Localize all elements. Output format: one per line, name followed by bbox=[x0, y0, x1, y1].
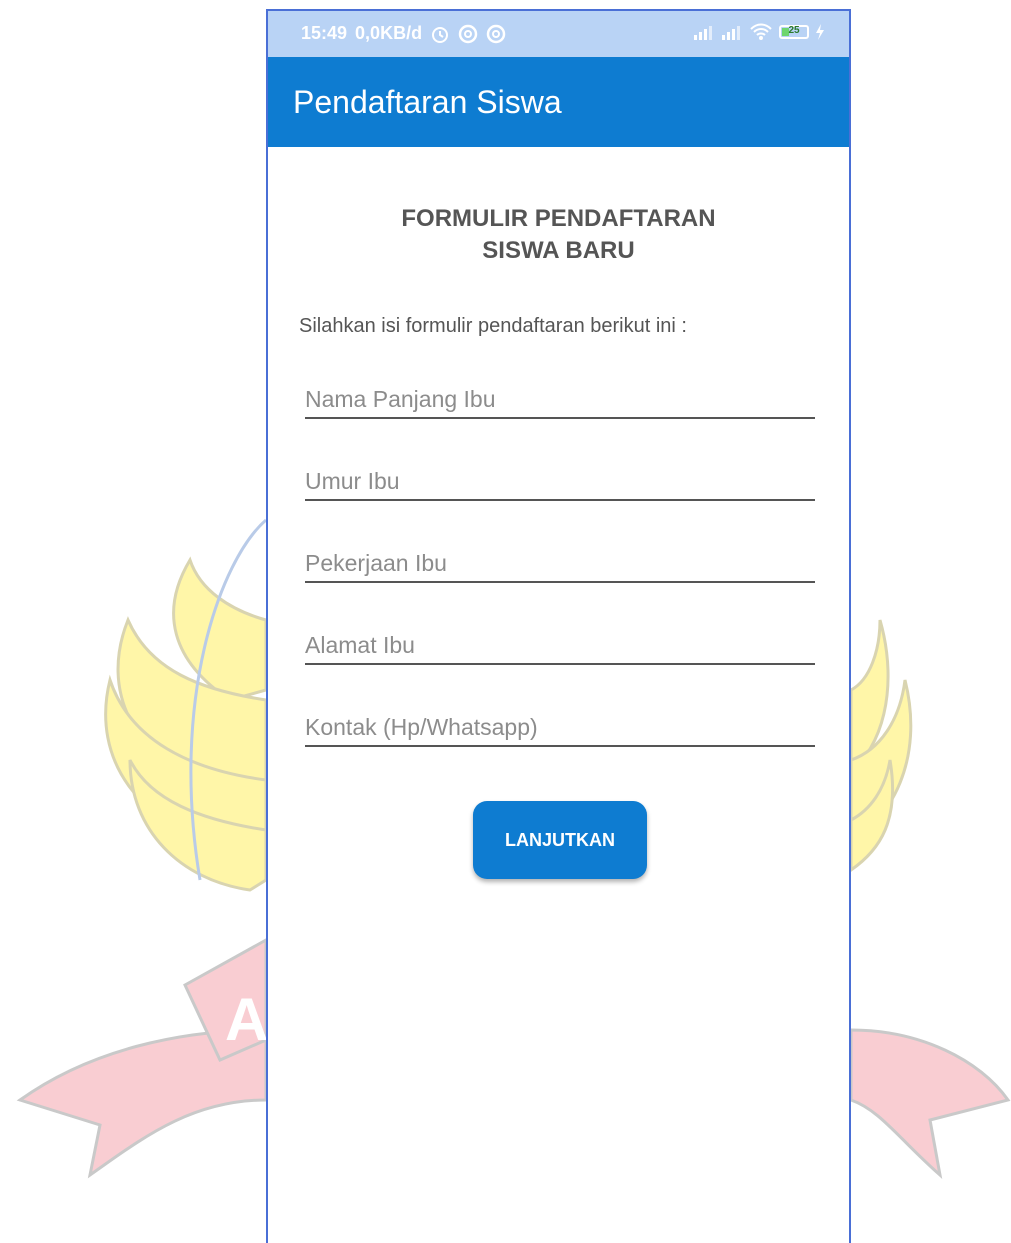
wifi-icon bbox=[750, 23, 772, 40]
phone-screen: 15:49 0,0KB/d 25 Pendaftaran Siswa FORMU… bbox=[266, 9, 851, 1243]
mother-occupation-field bbox=[305, 537, 815, 583]
mother-address-input[interactable] bbox=[305, 632, 815, 659]
app-bar: Pendaftaran Siswa bbox=[268, 57, 849, 147]
app-title: Pendaftaran Siswa bbox=[293, 84, 562, 120]
alarm-icon bbox=[432, 26, 449, 43]
status-time: 15:49 bbox=[301, 23, 348, 43]
battery-level-text: 25 bbox=[788, 25, 800, 36]
mother-age-field bbox=[305, 455, 815, 501]
contact-input[interactable] bbox=[305, 714, 815, 741]
mother-address-field bbox=[305, 619, 815, 665]
charging-icon bbox=[816, 24, 824, 40]
sync-icon bbox=[486, 24, 506, 43]
form-title: FORMULIR PENDAFTARAN SISWA BARU bbox=[401, 205, 716, 264]
left-wing-shape bbox=[104, 556, 268, 892]
signal-icon bbox=[722, 26, 740, 40]
signal-icon bbox=[694, 26, 712, 40]
continue-button[interactable]: LANJUTKAN bbox=[473, 801, 647, 879]
mother-name-input[interactable] bbox=[305, 386, 815, 413]
form-content: FORMULIR PENDAFTARAN SISWA BARU Silahkan… bbox=[268, 147, 849, 1243]
status-bar: 15:49 0,0KB/d 25 bbox=[268, 11, 849, 57]
status-network-speed: 0,0KB/d bbox=[355, 23, 423, 43]
right-wing-shape bbox=[849, 619, 913, 873]
sync-icon bbox=[458, 24, 478, 43]
battery-icon: 25 bbox=[779, 25, 809, 39]
ribbon-letter: A bbox=[225, 986, 268, 1053]
mother-occupation-input[interactable] bbox=[305, 550, 815, 577]
contact-field bbox=[305, 701, 815, 747]
form-instruction: Silahkan isi formulir pendaftaran beriku… bbox=[299, 315, 687, 337]
mother-name-field bbox=[305, 373, 815, 419]
mother-age-input[interactable] bbox=[305, 468, 815, 495]
